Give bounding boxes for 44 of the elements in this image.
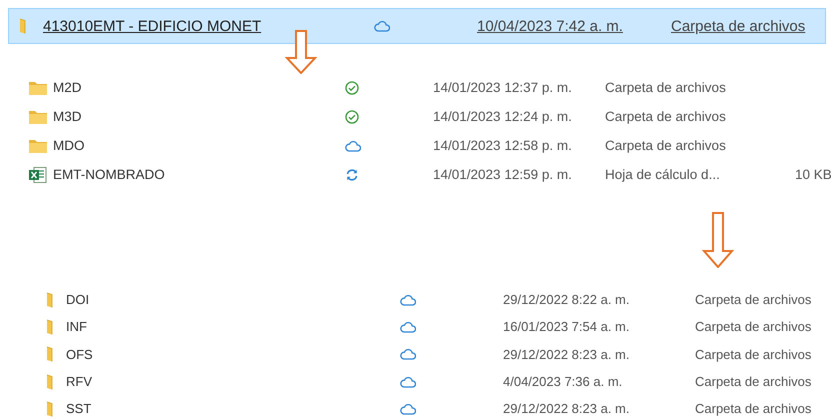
date-modified: 14/01/2023 12:58 p. m. [433, 138, 573, 153]
item-type: Carpeta de archivos [695, 292, 812, 308]
down-arrow-icon [285, 30, 317, 74]
date-modified: 29/12/2022 8:23 a. m. [503, 401, 630, 416]
file-name[interactable]: M2D [53, 80, 345, 95]
date-modified: 14/01/2023 12:37 p. m. [433, 80, 573, 95]
date-modified: 29/12/2022 8:22 a. m. [503, 292, 630, 308]
item-type: Carpeta de archivos [695, 319, 812, 334]
file-name[interactable]: DOI [66, 292, 400, 308]
item-type: Hoja de cálculo d... [605, 167, 721, 182]
date-modified: 10/04/2023 7:42 a. m. [477, 18, 624, 34]
folder-icon [46, 400, 54, 417]
file-name[interactable]: MDO [53, 138, 345, 153]
date-modified: 16/01/2023 7:54 a. m. [503, 319, 630, 334]
file-name[interactable]: RFV [66, 374, 400, 390]
item-type: Carpeta de archivos [605, 109, 727, 124]
file-name[interactable]: EMT-NOMBRADO [53, 167, 345, 182]
file-name[interactable]: M3D [53, 109, 345, 124]
item-type: Carpeta de archivos [605, 138, 727, 153]
folder-icon [46, 292, 54, 308]
folder-icon [29, 110, 47, 124]
down-arrow-icon [702, 212, 734, 268]
selected-folder-row[interactable]: 413010EMT - EDIFICIO MONET 10/04/2023 7:42 a. m. Carpeta de archivos [8, 8, 826, 44]
item-type: Carpeta de archivos [695, 346, 812, 362]
file-name[interactable]: SST [66, 401, 400, 416]
folder-name: 413010EMT - EDIFICIO MONET [43, 18, 262, 34]
spreadsheet-icon [29, 166, 47, 182]
date-modified: 4/04/2023 7:36 a. m. [503, 374, 624, 390]
folder-icon [46, 318, 54, 335]
file-name[interactable]: OFS [66, 346, 400, 362]
date-modified: 14/01/2023 12:59 p. m. [433, 167, 573, 182]
folder-icon [46, 346, 54, 362]
folder-icon [29, 138, 47, 152]
date-modified: 29/12/2022 8:23 a. m. [503, 346, 630, 362]
file-name[interactable]: INF [66, 319, 400, 334]
folder-icon [46, 374, 54, 390]
folder-icon [29, 80, 47, 94]
folder-icon [19, 18, 27, 34]
file-size: 10 KB [795, 167, 831, 182]
item-type: Carpeta de archivos [671, 18, 806, 34]
item-type: Carpeta de archivos [605, 80, 727, 95]
item-type: Carpeta de archivos [695, 401, 812, 416]
item-type: Carpeta de archivos [695, 374, 812, 390]
date-modified: 14/01/2023 12:24 p. m. [433, 109, 573, 124]
